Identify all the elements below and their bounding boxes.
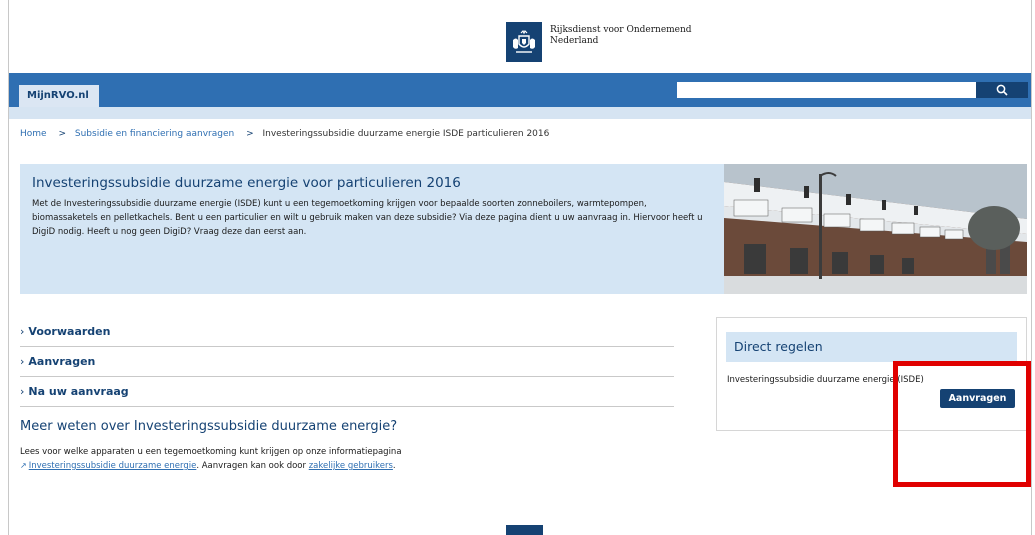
isde-label: Investeringssubsidie duurzame energie (I… (727, 375, 924, 385)
breadcrumb: Home > Subsidie en financiering aanvrage… (20, 129, 549, 139)
org-name-line1: Rijksdienst voor Ondernemend (550, 25, 692, 35)
more-info-end: . (392, 461, 396, 471)
direct-regelen-panel: Direct regelen Investeringssubsidie duur… (716, 317, 1027, 431)
more-info-heading: Meer weten over Investeringssubsidie duu… (20, 419, 398, 434)
search-icon (996, 84, 1008, 96)
tab-mijnrvo[interactable]: MijnRVO.nl (19, 85, 99, 107)
link-zakelijke-gebruikers[interactable]: zakelijke gebruikers (309, 461, 393, 471)
breadcrumb-subsidie[interactable]: Subsidie en financiering aanvragen (75, 129, 234, 139)
link-isde-info[interactable]: Investeringssubsidie duurzame energie (29, 461, 197, 471)
breadcrumb-home[interactable]: Home (20, 129, 47, 139)
chevron-right-icon: > (246, 129, 254, 139)
accordion-label: Voorwaarden (28, 325, 111, 338)
more-info-text: Lees voor welke apparaten u een tegemoet… (20, 446, 720, 473)
accordion-label: Na uw aanvraag (28, 385, 129, 398)
accordion-na-uw-aanvraag[interactable]: › Na uw aanvraag (20, 378, 674, 407)
chevron-right-icon: › (20, 325, 25, 338)
rijksoverheid-logo[interactable] (506, 22, 542, 62)
search-input[interactable] (677, 82, 976, 98)
chevron-right-icon: › (20, 385, 25, 398)
page-border-right (1031, 0, 1032, 535)
intro-panel: Investeringssubsidie duurzame energie vo… (20, 164, 724, 294)
org-name-line2: Nederland (550, 36, 599, 46)
intro-text: Met de Investeringssubsidie duurzame ene… (32, 199, 703, 237)
page-title: Investeringssubsidie duurzame energie vo… (32, 175, 461, 191)
main-nav-bar: MijnRVO.nl (9, 73, 1031, 107)
search-button[interactable] (976, 82, 1028, 98)
snowy-houses-photo (724, 164, 1027, 294)
coat-of-arms-icon (513, 29, 535, 53)
more-info-intro: Lees voor welke apparaten u een tegemoet… (20, 447, 402, 457)
direct-regelen-title: Direct regelen (726, 332, 1017, 362)
chevron-right-icon: › (20, 355, 25, 368)
more-info-mid: . Aanvragen kan ook door (196, 461, 309, 471)
accordion-label: Aanvragen (28, 355, 96, 368)
hero-image (724, 164, 1027, 294)
chevron-right-icon: > (58, 129, 66, 139)
org-name[interactable]: Rijksdienst voor Ondernemend Nederland (550, 25, 692, 47)
aanvragen-button[interactable]: Aanvragen (940, 389, 1015, 408)
site-header: Rijksdienst voor Ondernemend Nederland (9, 0, 1031, 73)
scroll-to-top-button[interactable] (506, 525, 543, 535)
external-link-icon: ↗ (20, 461, 27, 470)
accordion-aanvragen[interactable]: › Aanvragen (20, 348, 674, 377)
breadcrumb-current: Investeringssubsidie duurzame energie IS… (262, 129, 550, 139)
sub-nav-bar (9, 107, 1031, 119)
accordion-voorwaarden[interactable]: › Voorwaarden (20, 318, 674, 347)
